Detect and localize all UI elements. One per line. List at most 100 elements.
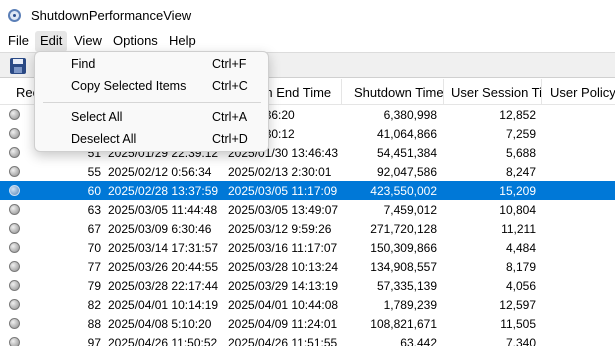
cell-end-time: 2025/04/26 11:51:55: [228, 336, 338, 346]
copy-selected-label: Copy Selected Items: [71, 79, 187, 93]
menu-item-deselect-all[interactable]: Deselect All Ctrl+D: [39, 128, 265, 150]
cell-rec: 79: [87, 279, 101, 293]
cell-shutdown-time: 57,335,139: [376, 279, 437, 293]
cell-shutdown-time: 271,720,128: [370, 222, 437, 236]
table-row[interactable]: 82 2025/04/01 10:14:19 2025/04/01 10:44:08…: [0, 295, 615, 314]
title-bar: ShutdownPerformanceView: [0, 0, 615, 31]
cell-rec: 70: [87, 241, 101, 255]
status-dot-icon: [9, 109, 20, 120]
cell-start-time: 2025/03/09 6:30:46: [108, 222, 212, 236]
find-shortcut: Ctrl+F: [212, 57, 247, 71]
cell-end-time: 2025/03/28 10:13:24: [228, 260, 339, 274]
cell-shutdown-time: 423,550,002: [370, 184, 437, 198]
cell-user-session: 7,259: [505, 127, 536, 141]
table-row[interactable]: 67 2025/03/09 6:30:46 2025/03/12 9:59:26 27…: [0, 219, 615, 238]
cell-start-time: 2025/03/14 17:31:57: [108, 241, 219, 255]
cell-shutdown-time: 63,442: [400, 336, 437, 346]
cell-rec: 63: [87, 203, 101, 217]
cell-shutdown-time: 134,908,557: [370, 260, 437, 274]
status-dot-icon: [9, 128, 20, 139]
cell-shutdown-time: 6,380,998: [383, 108, 437, 122]
cell-user-session: 10,804: [499, 203, 536, 217]
table-row[interactable]: 63 2025/03/05 11:44:48 2025/03/05 13:49:07…: [0, 200, 615, 219]
cell-rec: 77: [87, 260, 101, 274]
cell-start-time: 2025/03/05 11:44:48: [108, 203, 218, 217]
cell-user-session: 15,209: [499, 184, 536, 198]
copy-selected-shortcut: Ctrl+C: [212, 79, 248, 93]
menu-separator: [43, 102, 261, 103]
cell-end-time: 2025/04/01 10:44:08: [228, 298, 339, 312]
status-dot-icon: [9, 204, 20, 215]
cell-shutdown-time: 54,451,384: [376, 146, 437, 160]
menu-help[interactable]: Help: [164, 31, 201, 52]
cell-rec: 55: [87, 165, 101, 179]
window-title: ShutdownPerformanceView: [31, 8, 192, 23]
status-dot-icon: [9, 223, 20, 234]
cell-user-session: 12,597: [499, 298, 536, 312]
save-icon[interactable]: [10, 58, 26, 74]
status-dot-icon: [9, 242, 20, 253]
cell-user-session: 11,211: [501, 222, 536, 236]
cell-rec: 60: [87, 184, 101, 198]
table-row[interactable]: 70 2025/03/14 17:31:57 2025/03/16 11:17:07…: [0, 238, 615, 257]
deselect-all-label: Deselect All: [71, 132, 137, 146]
cell-end-time: 2025/03/05 11:17:09: [228, 184, 338, 198]
cell-user-session: 11,505: [500, 317, 536, 331]
table-row[interactable]: 97 2025/04/26 11:50:52 2025/04/26 11:51:55…: [0, 333, 615, 346]
status-dot-icon: [9, 280, 20, 291]
menu-item-copy-selected[interactable]: Copy Selected Items Ctrl+C: [39, 75, 265, 97]
menu-options[interactable]: Options: [108, 31, 163, 52]
table-row[interactable]: 88 2025/04/08 5:10:20 2025/04/09 11:24:01 1…: [0, 314, 615, 333]
status-dot-icon: [9, 261, 20, 272]
cell-end-time: 2025/02/13 2:30:01: [228, 165, 332, 179]
menu-bar: File Edit View Options Help: [0, 31, 615, 52]
status-dot-icon: [9, 147, 20, 158]
cell-user-session: 5,688: [505, 146, 536, 160]
status-dot-icon: [9, 318, 20, 329]
menu-file[interactable]: File: [3, 31, 34, 52]
menu-edit[interactable]: Edit: [35, 31, 68, 52]
cell-rec: 82: [87, 298, 101, 312]
status-dot-icon: [9, 337, 20, 346]
deselect-all-shortcut: Ctrl+D: [212, 132, 248, 146]
cell-start-time: 2025/03/28 22:17:44: [108, 279, 219, 293]
cell-shutdown-time: 41,064,866: [376, 127, 437, 141]
cell-user-session: 4,484: [505, 241, 536, 255]
cell-shutdown-time: 108,821,671: [370, 317, 437, 331]
cell-user-session: 8,179: [505, 260, 536, 274]
cell-rec: 97: [87, 336, 101, 346]
cell-start-time: 2025/02/28 13:37:59: [108, 184, 219, 198]
column-header-user-policy[interactable]: User Policy T: [542, 79, 615, 105]
table-row[interactable]: 60 2025/02/28 13:37:59 2025/03/05 11:17:09…: [0, 181, 615, 200]
cell-start-time: 2025/04/01 10:14:19: [108, 298, 219, 312]
table-row[interactable]: 79 2025/03/28 22:17:44 2025/03/29 14:13:19…: [0, 276, 615, 295]
cell-user-session: 8,247: [505, 165, 536, 179]
table-row[interactable]: 77 2025/03/26 20:44:55 2025/03/28 10:13:24…: [0, 257, 615, 276]
select-all-label: Select All: [71, 110, 123, 124]
cell-shutdown-time: 1,789,239: [383, 298, 437, 312]
status-dot-icon: [9, 185, 20, 196]
menu-item-select-all[interactable]: Select All Ctrl+A: [39, 106, 265, 128]
cell-rec: 67: [87, 222, 101, 236]
status-dot-icon: [9, 166, 20, 177]
edit-menu-dropdown: Find Ctrl+F Copy Selected Items Ctrl+C S…: [34, 51, 269, 152]
column-header-user-session[interactable]: User Session Ti...: [444, 79, 542, 105]
column-header-rec[interactable]: Rec: [0, 79, 38, 105]
cell-start-time: 2025/03/26 20:44:55: [108, 260, 219, 274]
menu-view[interactable]: View: [69, 31, 107, 52]
column-header-shutdown-time[interactable]: Shutdown Time: [342, 79, 444, 105]
cell-start-time: 2025/04/26 11:50:52: [108, 336, 218, 346]
cell-end-time: 2025/03/29 14:13:19: [228, 279, 339, 293]
select-all-shortcut: Ctrl+A: [212, 110, 248, 124]
cell-end-time: 2025/03/16 11:17:07: [228, 241, 338, 255]
app-icon: [8, 9, 21, 22]
cell-rec: 88: [87, 317, 101, 331]
cell-user-session: 12,852: [499, 108, 536, 122]
find-label: Find: [71, 57, 96, 71]
cell-end-time: 2025/04/09 11:24:01: [228, 317, 338, 331]
cell-shutdown-time: 150,309,866: [370, 241, 437, 255]
menu-item-find[interactable]: Find Ctrl+F: [39, 53, 265, 75]
table-row[interactable]: 55 2025/02/12 0:56:34 2025/02/13 2:30:01 92…: [0, 162, 615, 181]
cell-user-session: 7,340: [505, 336, 536, 346]
cell-start-time: 2025/04/08 5:10:20: [108, 317, 212, 331]
